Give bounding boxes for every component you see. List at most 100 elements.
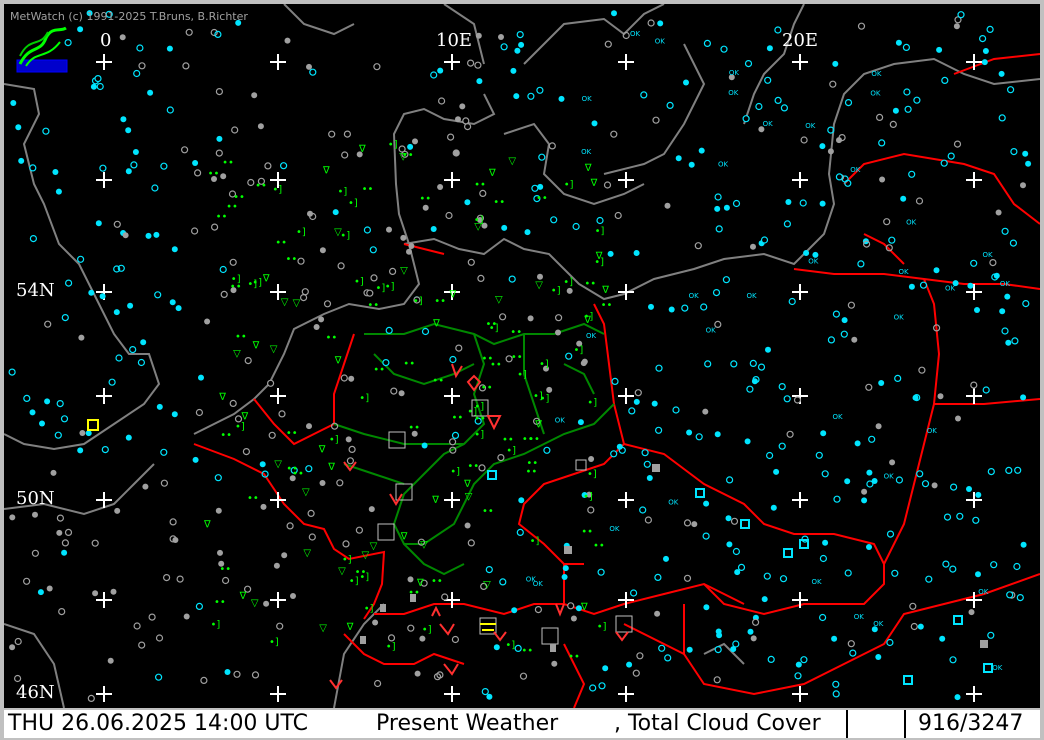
station-marker [46,585,53,592]
weather-symbol: ∇ [590,178,598,189]
weather-symbol: •• [326,333,338,344]
map-canvas: •]•]•••••••]•]•]•]•••]•]•]▽∇•]••∇•]▽••••… [4,4,1040,708]
station-marker [355,526,363,534]
station-marker [183,613,190,620]
weather-symbol: •• [522,434,534,445]
station-marker [713,676,721,684]
metwatch-logo [16,24,70,74]
weather-symbol: •] [583,492,593,503]
station-marker [654,426,663,434]
station-marker [336,479,344,487]
station-marker [780,104,789,112]
longitude-label-20e: 20E [782,30,819,51]
station-marker [832,690,840,698]
station-marker [840,330,848,338]
station-marker [614,211,622,220]
weather-symbol: •] [385,281,395,292]
station-marker [686,429,693,436]
station-marker [61,314,69,322]
station-marker [449,355,457,364]
station-marker [273,562,280,569]
station-marker [1014,466,1022,474]
station-marker [251,92,258,99]
station-marker [481,687,489,696]
station-marker [902,43,911,52]
weather-symbol: •] [386,642,396,653]
station-marker [875,654,882,660]
station-marker [647,19,655,27]
station-marker [108,378,116,386]
station-marker [909,602,917,610]
station-marker [626,661,633,668]
station-marker [755,102,763,111]
weather-symbol: ∇ [534,420,542,431]
weather-symbol: •• [216,212,228,223]
ok-marker: OK [812,578,823,586]
station-marker [970,381,978,389]
station-marker [514,47,521,54]
station-marker [1022,150,1029,157]
station-marker [603,181,612,189]
station-marker [655,364,663,372]
station-marker [29,409,36,416]
station-marker [182,62,190,70]
station-marker [155,673,163,681]
station-marker [865,383,873,391]
station-marker [474,61,482,69]
station-marker [260,503,267,510]
station-marker [129,346,137,354]
weather-symbol: •• [373,365,385,376]
station-marker [550,216,558,224]
station-marker [516,528,524,537]
station-marker [835,173,844,181]
station-marker [1009,239,1018,247]
station-marker [233,670,241,678]
station-marker [686,646,693,653]
station-marker [268,431,276,439]
station-marker [14,637,22,646]
station-marker [500,43,508,51]
weather-map[interactable]: •] •] •• •• •• •] •] •] •] •• •] •] •] ▽ ∇ •] •• ∇ •] ▽ •• ••… [4,4,1040,708]
station-marker [975,571,981,578]
weather-symbol: •] [348,198,358,209]
weather-symbol: •] [505,640,515,651]
ok-marker: OK [581,148,592,156]
station-marker [732,199,741,208]
station-marker [513,93,520,100]
weather-symbol: •• [510,327,522,338]
station-marker [633,398,640,405]
station-marker [651,400,658,407]
station-marker [555,329,561,336]
station-marker [947,152,955,160]
station-marker [681,304,689,312]
station-marker [925,575,933,583]
weather-symbol: •• [208,168,220,179]
station-marker [301,288,309,296]
station-marker [968,609,975,616]
ok-marker: OK [906,219,917,227]
weather-symbol: •• [593,540,605,551]
station-marker [222,576,230,585]
station-marker [742,115,750,123]
station-marker [306,423,312,430]
weather-symbol: •] [563,277,573,288]
station-marker [138,62,146,70]
ok-marker: OK [808,258,819,266]
station-marker [628,407,636,415]
weather-symbol: •• [452,413,464,424]
ok-marker: OK [668,498,679,506]
weather-symbol: •• [403,359,415,370]
station-marker [999,308,1006,315]
station-marker [607,250,614,257]
station-marker [931,482,938,489]
station-marker [972,516,980,524]
station-marker [247,178,255,187]
weather-symbol: •• [419,194,431,205]
station-marker [1022,300,1030,308]
station-marker [989,259,997,267]
status-divider-left [846,710,848,738]
station-marker [937,393,944,400]
station-marker [982,386,990,394]
station-marker [712,289,721,297]
station-marker [389,267,397,275]
